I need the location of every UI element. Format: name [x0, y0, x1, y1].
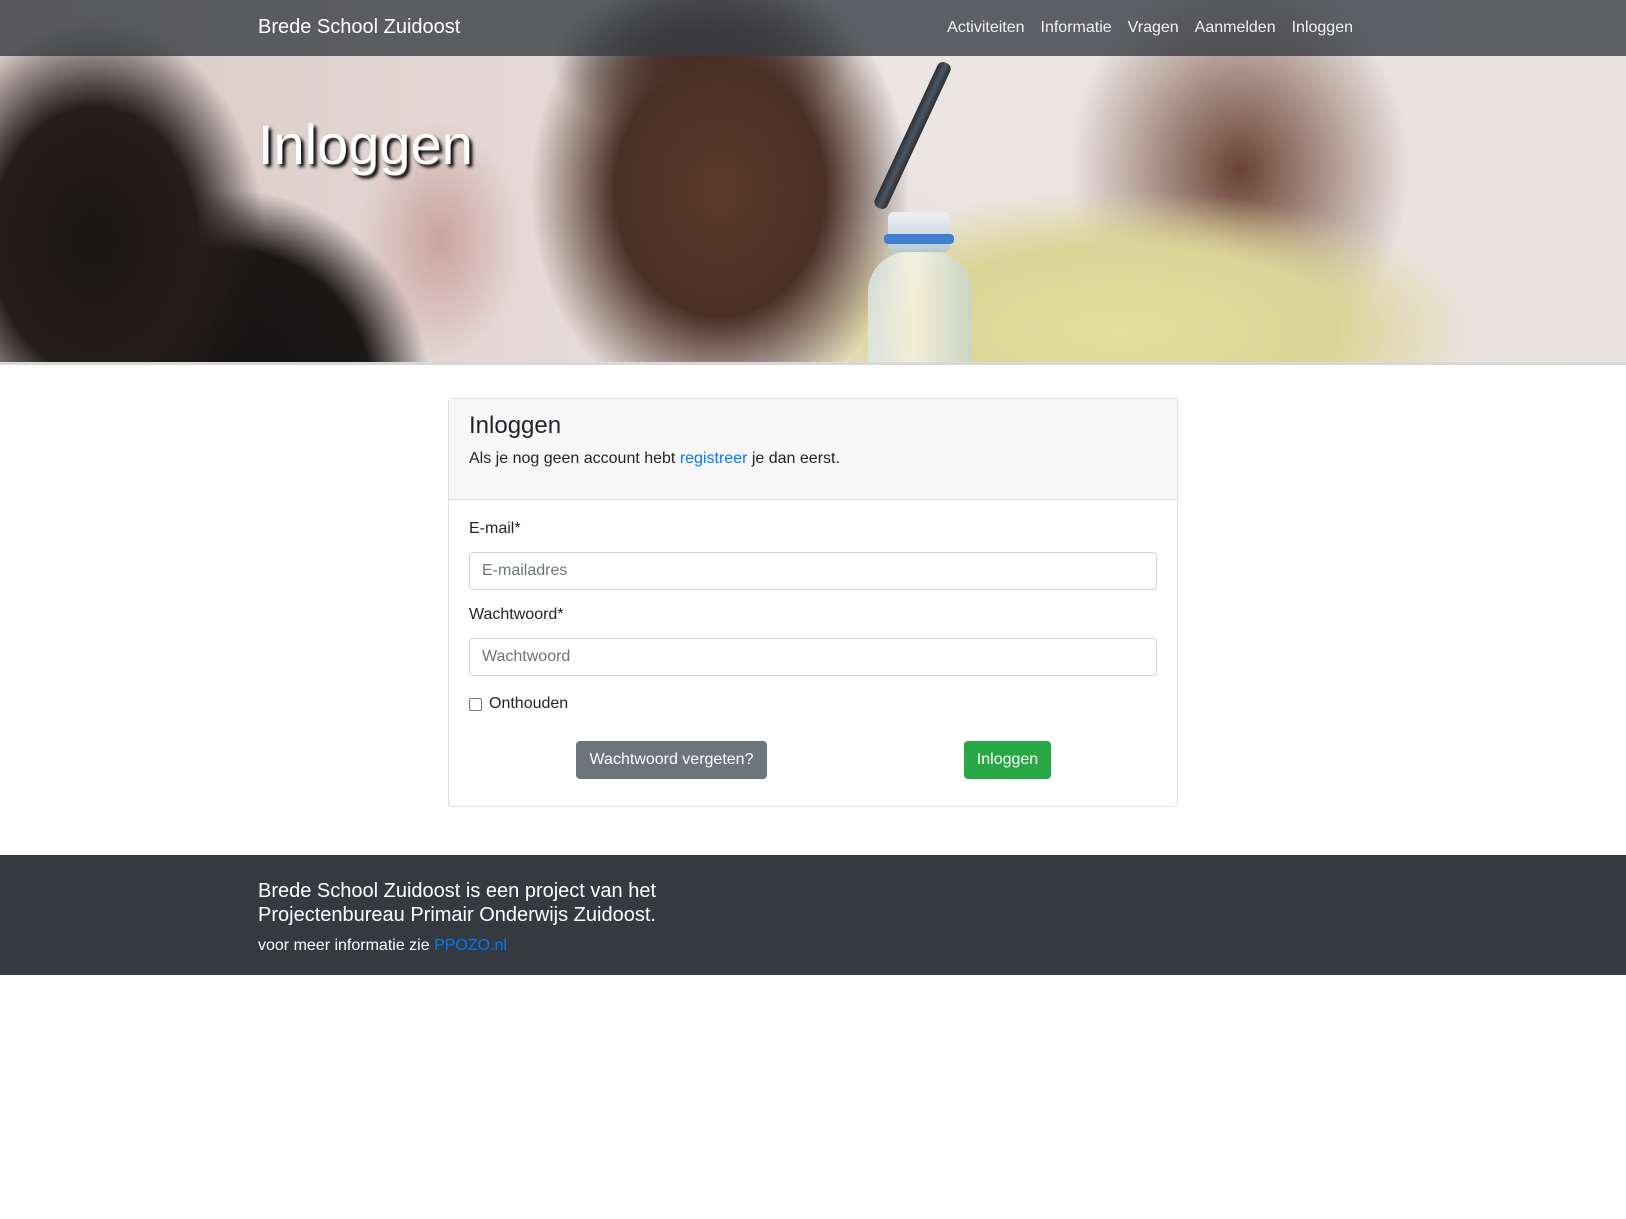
nav-link-aanmelden[interactable]: Aanmelden	[1187, 19, 1284, 37]
nav-link-vragen[interactable]: Vragen	[1120, 19, 1187, 37]
footer-info: voor meer informatie zie PPOZO.nl	[258, 937, 507, 955]
subtitle-text-after: je dan eerst.	[747, 450, 840, 467]
footer-info-text: voor meer informatie zie	[258, 937, 435, 954]
remember-row: Onthouden	[469, 695, 568, 713]
login-card-title: Inloggen	[469, 412, 562, 439]
nav-links: Activiteiten Informatie Vragen Aanmelden…	[939, 0, 1361, 56]
login-card-header: Inloggen Als je nog geen account hebt re…	[449, 399, 1177, 500]
ppozo-link[interactable]: PPOZO.nl	[434, 937, 507, 954]
hero-image-bottle	[868, 252, 972, 364]
hero-divider	[0, 362, 1626, 365]
register-link[interactable]: registreer	[680, 450, 748, 467]
hero-image-bottle-ring	[884, 234, 954, 244]
nav-link-informatie[interactable]: Informatie	[1033, 19, 1120, 37]
nav-link-inloggen[interactable]: Inloggen	[1284, 19, 1361, 37]
footer-line-1: Brede School Zuidoost is een project van…	[258, 880, 657, 902]
email-field[interactable]	[469, 552, 1157, 590]
remember-checkbox[interactable]	[469, 697, 482, 711]
brand-link[interactable]: Brede School Zuidoost	[258, 16, 460, 39]
hero-title: Inloggen	[258, 113, 473, 176]
top-navbar: Brede School Zuidoost Activiteiten Infor…	[0, 0, 1626, 56]
email-label: E-mail*	[469, 520, 521, 537]
login-card: Inloggen Als je nog geen account hebt re…	[448, 398, 1178, 807]
password-field[interactable]	[469, 638, 1157, 676]
nav-link-activiteiten[interactable]: Activiteiten	[939, 19, 1032, 37]
login-submit-button[interactable]: Inloggen	[964, 741, 1051, 779]
password-label: Wachtwoord*	[469, 606, 564, 623]
footer: Brede School Zuidoost is een project van…	[0, 855, 1626, 975]
hero-image-bottle-cap	[888, 212, 950, 252]
forgot-password-button[interactable]: Wachtwoord vergeten?	[576, 741, 767, 779]
login-card-subtitle: Als je nog geen account hebt registreer …	[469, 450, 840, 468]
footer-line-2: Projectenbureau Primair Onderwijs Zuidoo…	[258, 904, 656, 926]
remember-label[interactable]: Onthouden	[489, 695, 568, 713]
subtitle-text-before: Als je nog geen account hebt	[469, 450, 680, 467]
hero-image-pipette	[872, 60, 953, 211]
